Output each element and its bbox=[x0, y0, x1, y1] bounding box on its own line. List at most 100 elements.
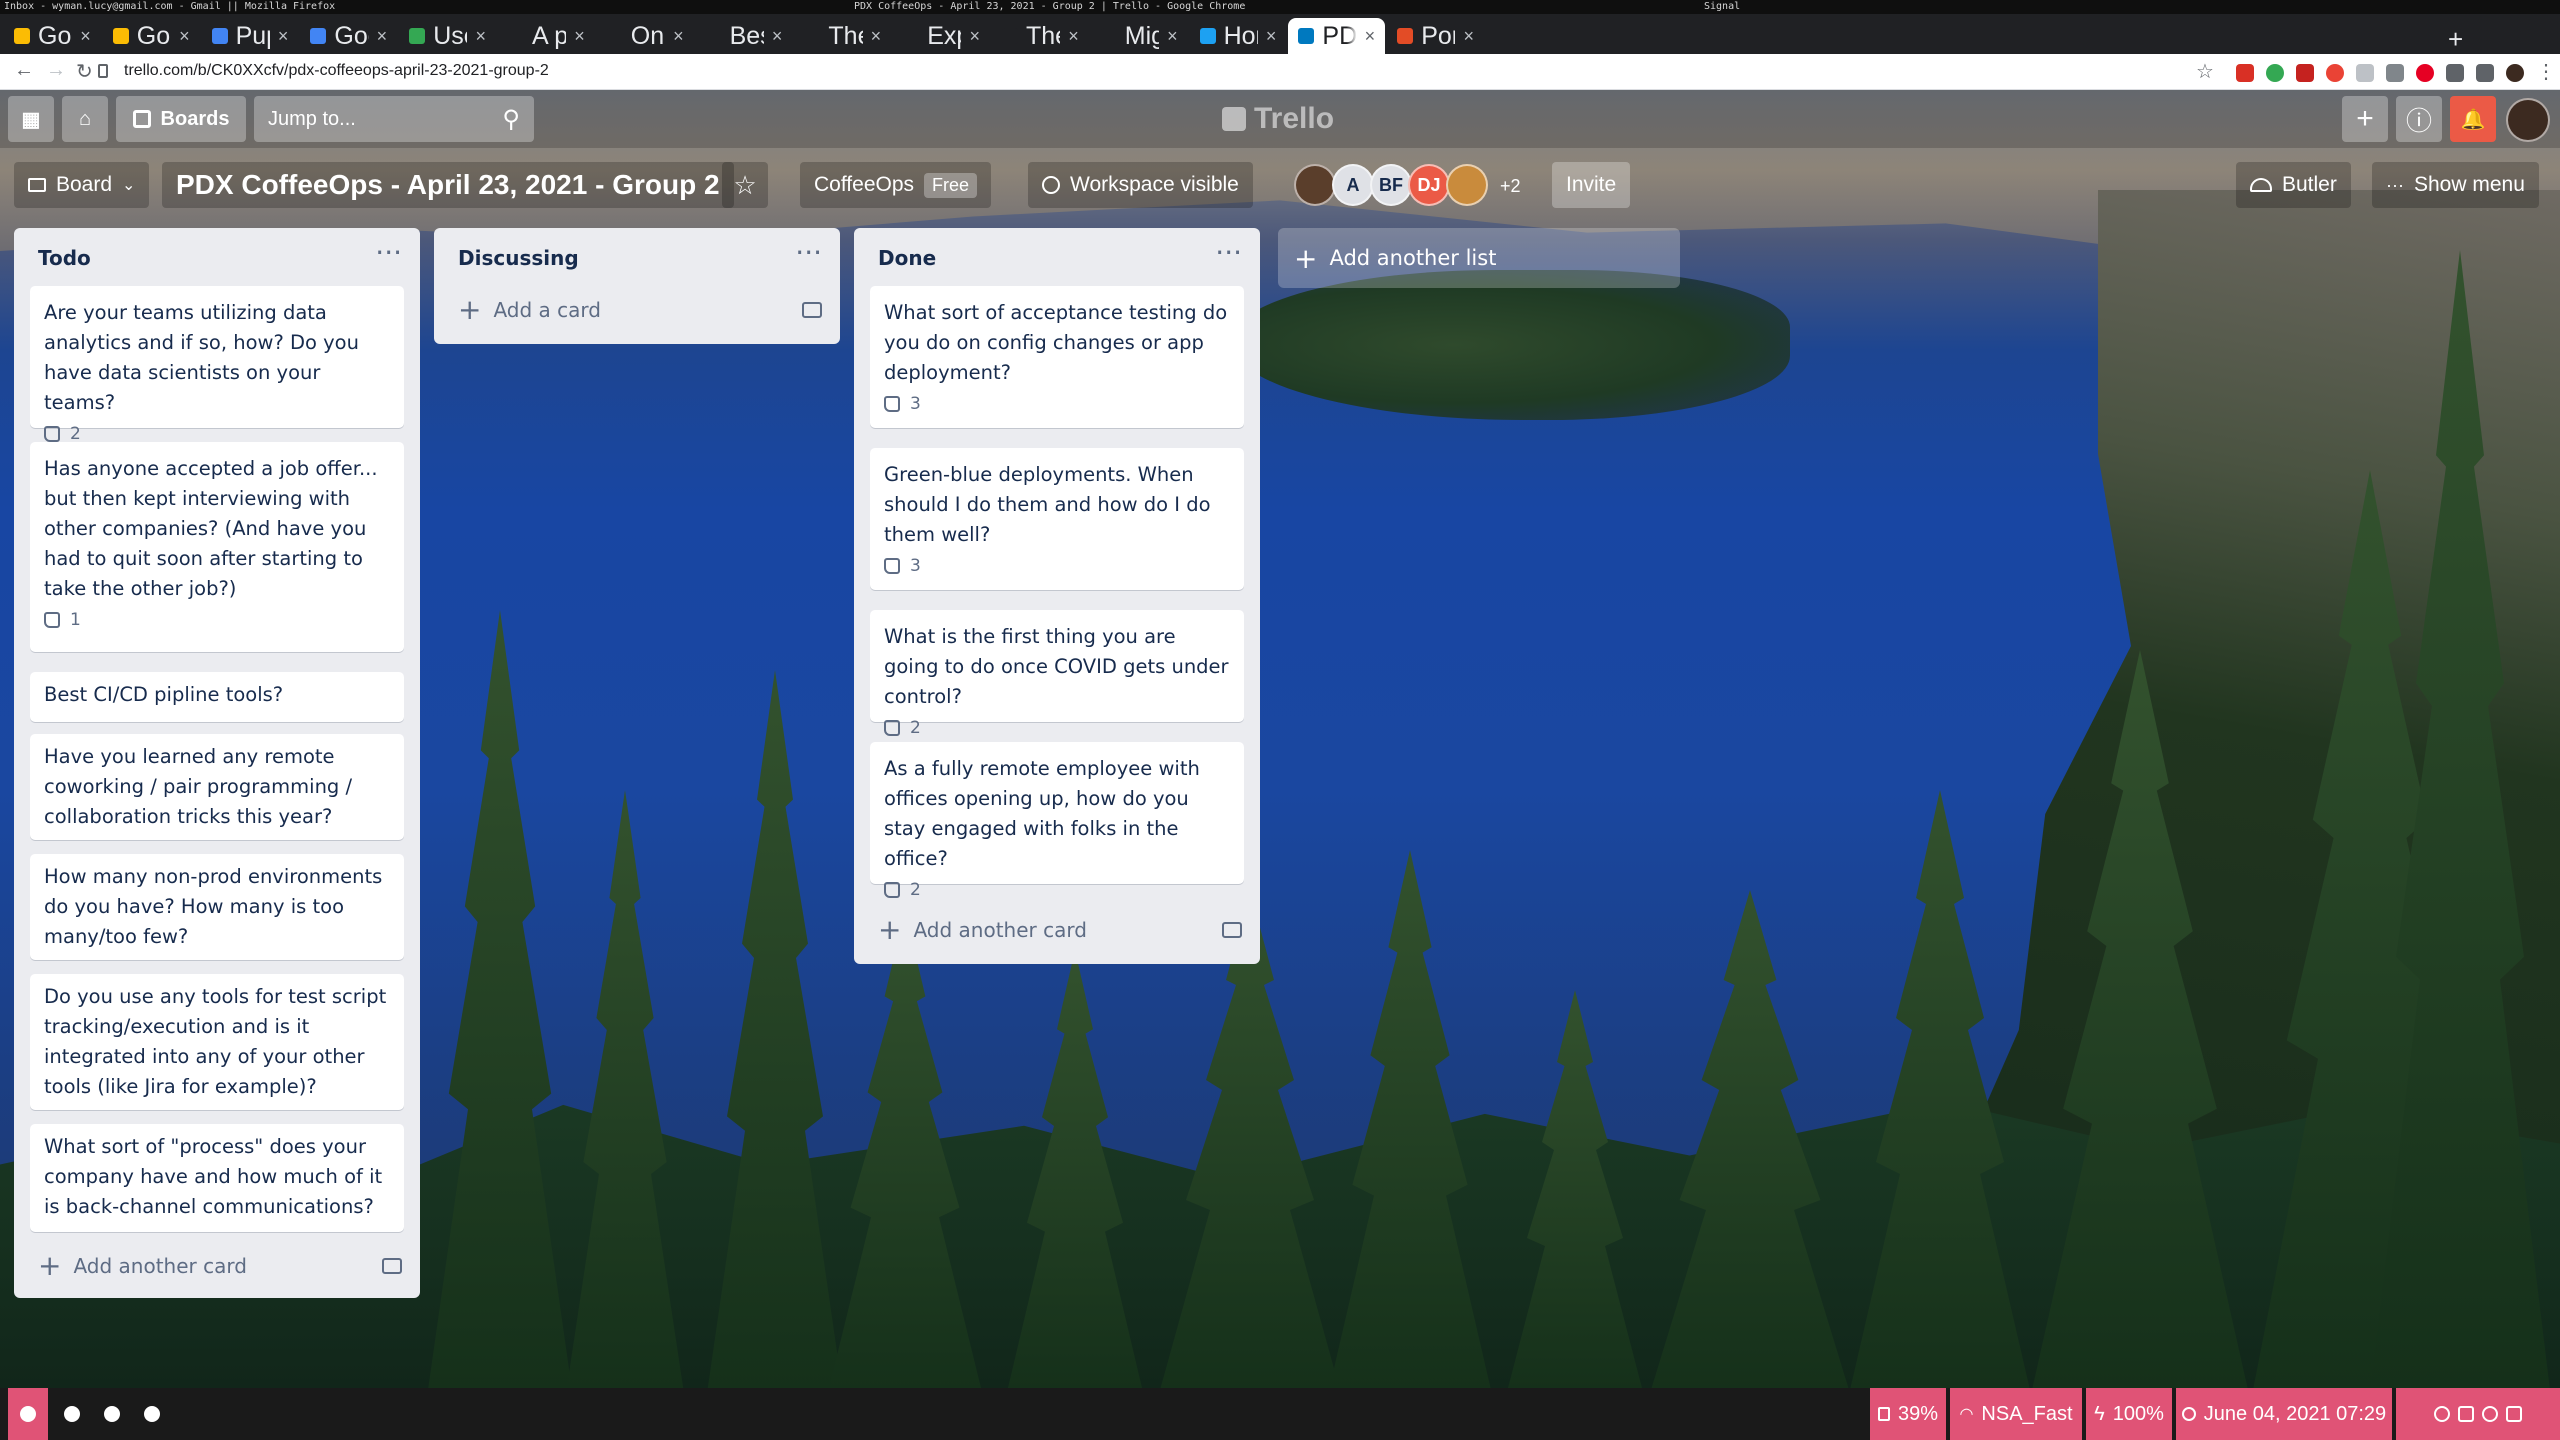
close-tab-icon[interactable]: × bbox=[475, 26, 486, 47]
butler-button[interactable]: Butler bbox=[2236, 162, 2351, 208]
reload-button[interactable]: ↻ bbox=[76, 59, 93, 84]
card[interactable]: How many non-prod environments do you ha… bbox=[30, 854, 404, 960]
close-tab-icon[interactable]: × bbox=[1266, 26, 1277, 47]
member-avatar[interactable] bbox=[1294, 164, 1336, 206]
more-members[interactable]: +2 bbox=[1500, 176, 1521, 197]
trello-logo[interactable]: Trello bbox=[1222, 102, 1334, 136]
browser-tab[interactable]: Google × bbox=[300, 18, 397, 54]
close-tab-icon[interactable]: × bbox=[1365, 26, 1376, 47]
close-tab-icon[interactable]: × bbox=[377, 26, 388, 47]
tray-icon[interactable] bbox=[2506, 1406, 2522, 1422]
address-bar[interactable]: trello.com/b/CK0XXcfv/pdx-coffeeops-apri… bbox=[124, 62, 549, 80]
network-tray-icon[interactable] bbox=[2482, 1406, 2498, 1422]
close-tab-icon[interactable]: × bbox=[1068, 26, 1079, 47]
list-menu-icon[interactable]: ··· bbox=[1215, 236, 1242, 269]
browser-tab[interactable]: Puppet × bbox=[202, 18, 299, 54]
card[interactable]: What sort of "process" does your company… bbox=[30, 1124, 404, 1232]
card-template-icon[interactable] bbox=[1222, 922, 1242, 938]
extension-icon[interactable] bbox=[2446, 64, 2464, 82]
card-template-icon[interactable] bbox=[382, 1258, 402, 1274]
card[interactable]: Are your teams utilizing data analytics … bbox=[30, 286, 404, 444]
add-card-button[interactable]: + Add a card bbox=[458, 296, 601, 324]
notifications-button[interactable]: 🔔 bbox=[2450, 96, 2496, 142]
workspace-4[interactable] bbox=[132, 1388, 172, 1440]
close-tab-icon[interactable]: × bbox=[673, 26, 684, 47]
create-button[interactable]: + bbox=[2342, 96, 2388, 142]
invite-button[interactable]: Invite bbox=[1552, 162, 1631, 208]
add-list-button[interactable]: + Add another list bbox=[1278, 228, 1680, 288]
list-menu-icon[interactable]: ··· bbox=[795, 236, 822, 269]
info-button[interactable]: ⓘ bbox=[2396, 96, 2442, 142]
puzzle-icon[interactable] bbox=[2476, 64, 2494, 82]
browser-tab[interactable]: Google × bbox=[103, 18, 200, 54]
visibility-button[interactable]: Workspace visible bbox=[1028, 162, 1253, 208]
close-tab-icon[interactable]: × bbox=[278, 26, 289, 47]
board-title[interactable]: PDX CoffeeOps - April 23, 2021 - Group 2 bbox=[162, 162, 734, 208]
browser-menu-icon[interactable]: ⋮ bbox=[2536, 59, 2556, 84]
profile-avatar[interactable] bbox=[2506, 64, 2524, 82]
extension-icon[interactable] bbox=[2326, 64, 2344, 82]
show-menu-button[interactable]: ··· Show menu bbox=[2372, 162, 2539, 208]
workspace-1[interactable] bbox=[8, 1388, 48, 1440]
search-input[interactable]: Jump to... ⚲ bbox=[254, 96, 534, 142]
card[interactable]: As a fully remote employee with offices … bbox=[870, 742, 1244, 900]
browser-tab[interactable]: PDX Cof × bbox=[1288, 18, 1386, 54]
boards-button[interactable]: Boards bbox=[116, 96, 246, 142]
member-avatar[interactable]: BF bbox=[1370, 164, 1412, 206]
member-avatar[interactable] bbox=[1446, 164, 1488, 206]
member-avatar[interactable]: A bbox=[1332, 164, 1374, 206]
extension-icon[interactable] bbox=[2386, 64, 2404, 82]
browser-tab[interactable]: The Clo × bbox=[794, 18, 891, 54]
close-tab-icon[interactable]: × bbox=[871, 26, 882, 47]
close-tab-icon[interactable]: × bbox=[574, 26, 585, 47]
extension-icon[interactable] bbox=[2296, 64, 2314, 82]
star-board-button[interactable]: ☆ bbox=[722, 162, 768, 208]
browser-tab[interactable]: On the × bbox=[597, 18, 694, 54]
close-tab-icon[interactable]: × bbox=[1463, 26, 1474, 47]
browser-tab[interactable]: Portland × bbox=[1387, 18, 1484, 54]
card[interactable]: What is the first thing you are going to… bbox=[870, 610, 1244, 738]
browser-tab[interactable]: User qu × bbox=[399, 18, 496, 54]
card[interactable]: What sort of acceptance testing do you d… bbox=[870, 286, 1244, 428]
close-tab-icon[interactable]: × bbox=[1167, 26, 1178, 47]
browser-tab[interactable]: A prime × bbox=[498, 18, 595, 54]
close-tab-icon[interactable]: × bbox=[80, 26, 91, 47]
bookmark-star-icon[interactable]: ☆ bbox=[2196, 59, 2214, 84]
card[interactable]: Do you use any tools for test script tra… bbox=[30, 974, 404, 1110]
forward-button[interactable]: → bbox=[46, 59, 66, 82]
browser-tab[interactable]: Explorin × bbox=[893, 18, 990, 54]
back-button[interactable]: ← bbox=[14, 59, 34, 82]
add-card-button[interactable]: + Add another card bbox=[38, 1252, 247, 1280]
browser-tab[interactable]: Migratin × bbox=[1091, 18, 1188, 54]
board-view-switcher[interactable]: Board ⌄ bbox=[14, 162, 150, 208]
new-tab-button[interactable]: + bbox=[2448, 24, 2463, 55]
list-title[interactable]: Todo bbox=[38, 246, 91, 270]
close-tab-icon[interactable]: × bbox=[179, 26, 190, 47]
list-title[interactable]: Discussing bbox=[458, 246, 579, 270]
home-button[interactable]: ⌂ bbox=[62, 96, 108, 142]
workspace-button[interactable]: CoffeeOps Free bbox=[800, 162, 992, 208]
extension-icon[interactable] bbox=[2266, 64, 2284, 82]
browser-tab[interactable]: Home / × bbox=[1190, 18, 1287, 54]
list-menu-icon[interactable]: ··· bbox=[375, 236, 402, 269]
pinterest-icon[interactable] bbox=[2416, 64, 2434, 82]
card[interactable]: Best CI/CD pipline tools? bbox=[30, 672, 404, 722]
card[interactable]: Green-blue deployments. When should I do… bbox=[870, 448, 1244, 590]
signal-tray-icon[interactable] bbox=[2434, 1406, 2450, 1422]
add-card-button[interactable]: + Add another card bbox=[878, 916, 1087, 944]
card-template-icon[interactable] bbox=[802, 302, 822, 318]
chat-tray-icon[interactable] bbox=[2458, 1406, 2474, 1422]
user-avatar[interactable] bbox=[2506, 98, 2550, 142]
browser-tab[interactable]: The life × bbox=[992, 18, 1089, 54]
member-avatar[interactable]: DJ bbox=[1408, 164, 1450, 206]
browser-tab[interactable]: Google × bbox=[4, 18, 101, 54]
apps-button[interactable]: ▦ bbox=[8, 96, 54, 142]
browser-tab[interactable]: Best pra × bbox=[696, 18, 793, 54]
extension-icon[interactable] bbox=[2356, 64, 2374, 82]
extension-icon[interactable] bbox=[2236, 64, 2254, 82]
workspace-2[interactable] bbox=[52, 1388, 92, 1440]
workspace-3[interactable] bbox=[92, 1388, 132, 1440]
list-title[interactable]: Done bbox=[878, 246, 936, 270]
close-tab-icon[interactable]: × bbox=[969, 26, 980, 47]
card[interactable]: Has anyone accepted a job offer... but t… bbox=[30, 442, 404, 652]
